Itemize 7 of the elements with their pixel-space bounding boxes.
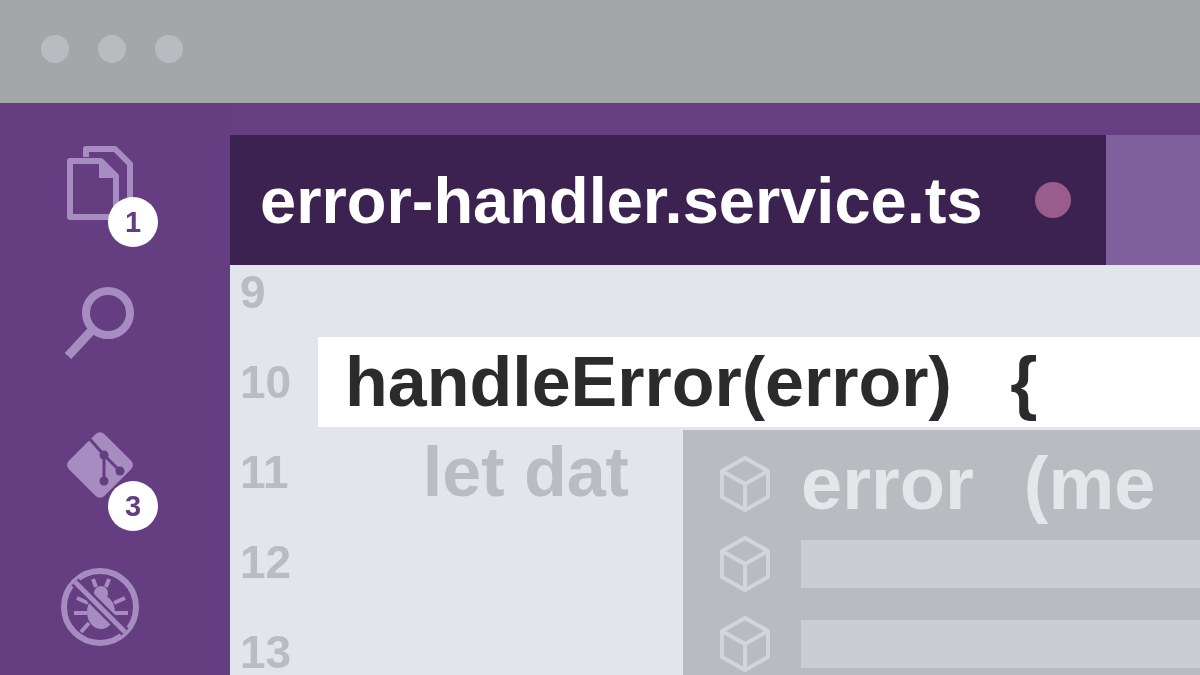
cube-icon: [719, 535, 771, 593]
cube-icon: [719, 615, 771, 673]
cube-icon: [719, 455, 771, 513]
editor-tab[interactable]: error-handler.service.ts: [230, 135, 1106, 265]
crossed-out-bug-icon[interactable]: [60, 567, 140, 647]
count-badge: 3: [108, 481, 158, 531]
count-badge: 1: [108, 197, 158, 247]
